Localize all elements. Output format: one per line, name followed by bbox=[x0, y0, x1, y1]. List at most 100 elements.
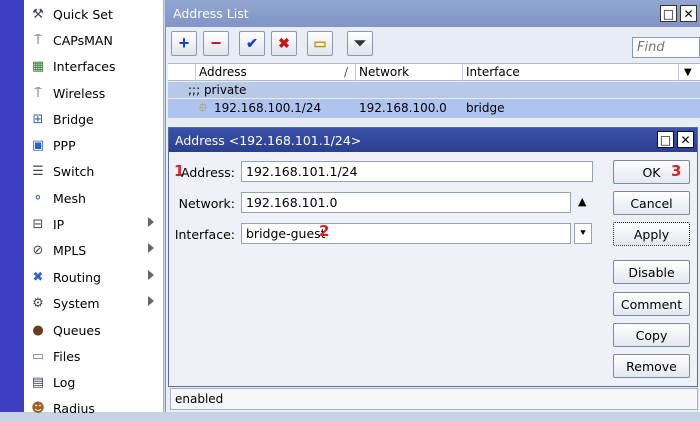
sidebar-item-label: System bbox=[53, 295, 100, 311]
network-input[interactable]: 192.168.101.0 bbox=[241, 192, 571, 213]
column-separator bbox=[355, 64, 356, 81]
quick-set-icon: ⚒ bbox=[32, 6, 44, 22]
sidebar-item-label: Switch bbox=[53, 163, 95, 179]
table-row[interactable]: ⯐ 192.168.100.1/24 192.168.100.0 bridge bbox=[168, 99, 700, 118]
column-header-network[interactable]: Network bbox=[359, 65, 409, 79]
callout-badge-2: 2 bbox=[319, 222, 330, 240]
sidebar-item-log[interactable]: ▤ Log bbox=[24, 369, 164, 395]
log-icon: ▤ bbox=[31, 374, 45, 390]
sidebar-item-queues[interactable]: ● Queues bbox=[24, 317, 164, 343]
address-label: Address: bbox=[181, 165, 235, 180]
sidebar-item-label: PPP bbox=[53, 137, 76, 153]
submenu-arrow-icon bbox=[148, 217, 154, 227]
dialog-title: Address <192.168.101.1/24> bbox=[175, 132, 362, 148]
enable-button[interactable]: ✔ bbox=[239, 31, 265, 56]
sidebar-item-wireless[interactable]: ⍑ Wireless bbox=[24, 80, 164, 106]
network-collapse-icon[interactable]: ▲ bbox=[578, 195, 586, 208]
disable-button[interactable]: ✖ bbox=[271, 31, 297, 56]
sidebar-item-label: Files bbox=[53, 348, 81, 364]
sidebar-item-quick-set[interactable]: ⚒ Quick Set bbox=[24, 1, 164, 27]
submenu-arrow-icon bbox=[148, 243, 154, 253]
sidebar-item-bridge[interactable]: ⊞ Bridge bbox=[24, 106, 164, 132]
sidebar-item-interfaces[interactable]: ▦ Interfaces bbox=[24, 53, 164, 79]
sidebar-item-label: CAPsMAN bbox=[53, 32, 113, 48]
gear-icon: ⚙ bbox=[32, 295, 44, 311]
sidebar-item-mpls[interactable]: ⊘ MPLS bbox=[24, 237, 164, 263]
column-dropdown-icon[interactable]: ▼ bbox=[684, 67, 692, 78]
sidebar-item-label: Log bbox=[53, 374, 76, 390]
sidebar-item-label: MPLS bbox=[53, 242, 87, 258]
mesh-icon: ⚬ bbox=[32, 190, 44, 206]
network-label: Network: bbox=[178, 196, 235, 211]
address-entry-icon: ⯐ bbox=[198, 101, 208, 116]
sidebar-item-capsman[interactable]: ⍑ CAPsMAN bbox=[24, 27, 164, 53]
sidebar-item-label: Routing bbox=[53, 269, 101, 285]
column-separator bbox=[195, 64, 196, 81]
sidebar-item-label: Radius bbox=[53, 400, 95, 416]
sidebar-item-label: Bridge bbox=[53, 111, 94, 127]
submenu-arrow-icon bbox=[148, 296, 154, 306]
row-network: 192.168.100.0 bbox=[359, 101, 447, 115]
comment-button[interactable]: Comment bbox=[613, 292, 690, 316]
close-icon[interactable]: ✕ bbox=[680, 5, 697, 22]
list-toolbar: + − ✔ ✖ ▭ ⏷ bbox=[170, 29, 700, 59]
add-button[interactable]: + bbox=[171, 31, 197, 56]
sidebar-item-switch[interactable]: ☰ Switch bbox=[24, 158, 164, 184]
submenu-arrow-icon bbox=[148, 270, 154, 280]
radius-icon: ☻ bbox=[31, 400, 45, 416]
disable-button[interactable]: Disable bbox=[613, 260, 690, 284]
restore-icon[interactable]: □ bbox=[660, 5, 677, 22]
sidebar-item-label: Quick Set bbox=[53, 6, 113, 22]
chevron-down-icon[interactable]: ⯆ bbox=[574, 223, 592, 244]
row-interface: bridge bbox=[466, 101, 505, 115]
column-header-interface[interactable]: Interface bbox=[466, 65, 520, 79]
interface-label: Interface: bbox=[174, 227, 235, 242]
routing-icon: ✖ bbox=[32, 269, 44, 285]
callout-badge-3: 3 bbox=[671, 162, 682, 180]
wireless-icon: ⍑ bbox=[34, 85, 42, 101]
remove-button[interactable]: − bbox=[203, 31, 229, 56]
sidebar-item-label: Mesh bbox=[53, 190, 86, 206]
ip-icon: ⊟ bbox=[32, 216, 44, 232]
sidebar-item-radius[interactable]: ☻ Radius bbox=[24, 395, 164, 421]
folder-icon: ▭ bbox=[31, 348, 45, 364]
restore-icon[interactable]: □ bbox=[657, 131, 674, 148]
sidebar-item-label: Wireless bbox=[53, 85, 106, 101]
address-input[interactable]: 192.168.101.1/24 bbox=[241, 161, 593, 182]
filter-button[interactable]: ⏷ bbox=[347, 31, 373, 56]
sidebar-item-label: Interfaces bbox=[53, 58, 116, 74]
column-header-address[interactable]: Address bbox=[199, 65, 247, 79]
queues-icon: ● bbox=[32, 322, 44, 338]
address-dialog: Address <192.168.101.1/24> □ ✕ 1 Address… bbox=[168, 127, 698, 387]
cancel-button[interactable]: Cancel bbox=[613, 191, 690, 215]
remove-button[interactable]: Remove bbox=[613, 354, 690, 378]
sidebar-item-files[interactable]: ▭ Files bbox=[24, 343, 164, 369]
address-dialog-titlebar[interactable]: Address <192.168.101.1/24> □ ✕ bbox=[169, 128, 697, 152]
sidebar-item-label: IP bbox=[53, 216, 65, 232]
copy-button[interactable]: Copy bbox=[613, 323, 690, 347]
sidebar-item-mesh[interactable]: ⚬ Mesh bbox=[24, 185, 164, 211]
address-list-titlebar[interactable]: Address List □ ✕ bbox=[166, 0, 700, 27]
sidebar-item-routing[interactable]: ✖ Routing bbox=[24, 264, 164, 290]
sidebar-item-ip[interactable]: ⊟ IP bbox=[24, 211, 164, 237]
interface-select[interactable]: bridge-guest bbox=[241, 223, 571, 244]
sidebar-item-ppp[interactable]: ▣ PPP bbox=[24, 132, 164, 158]
sidebar-menu: ⚒ Quick Set ⍑ CAPsMAN ▦ Interfaces ⍑ Wireles… bbox=[24, 0, 164, 416]
group-comment-row[interactable]: ;;; private bbox=[168, 82, 700, 98]
apply-button[interactable]: Apply bbox=[613, 222, 690, 246]
close-icon[interactable]: ✕ bbox=[677, 131, 694, 148]
interfaces-icon: ▦ bbox=[31, 58, 45, 74]
column-separator bbox=[678, 64, 679, 81]
mpls-icon: ⊘ bbox=[32, 242, 44, 258]
column-header-row: Address / Network Interface ▼ bbox=[168, 63, 700, 81]
sidebar-item-label: Queues bbox=[53, 322, 101, 338]
antenna-icon: ⍑ bbox=[34, 32, 42, 48]
left-strip bbox=[0, 0, 24, 412]
find-input[interactable] bbox=[632, 37, 700, 58]
sidebar-item-system[interactable]: ⚙ System bbox=[24, 290, 164, 316]
window-title: Address List bbox=[173, 6, 249, 21]
comment-button[interactable]: ▭ bbox=[307, 31, 333, 56]
switch-icon: ☰ bbox=[32, 163, 44, 179]
column-separator bbox=[462, 64, 463, 81]
bridge-icon: ⊞ bbox=[32, 111, 44, 127]
